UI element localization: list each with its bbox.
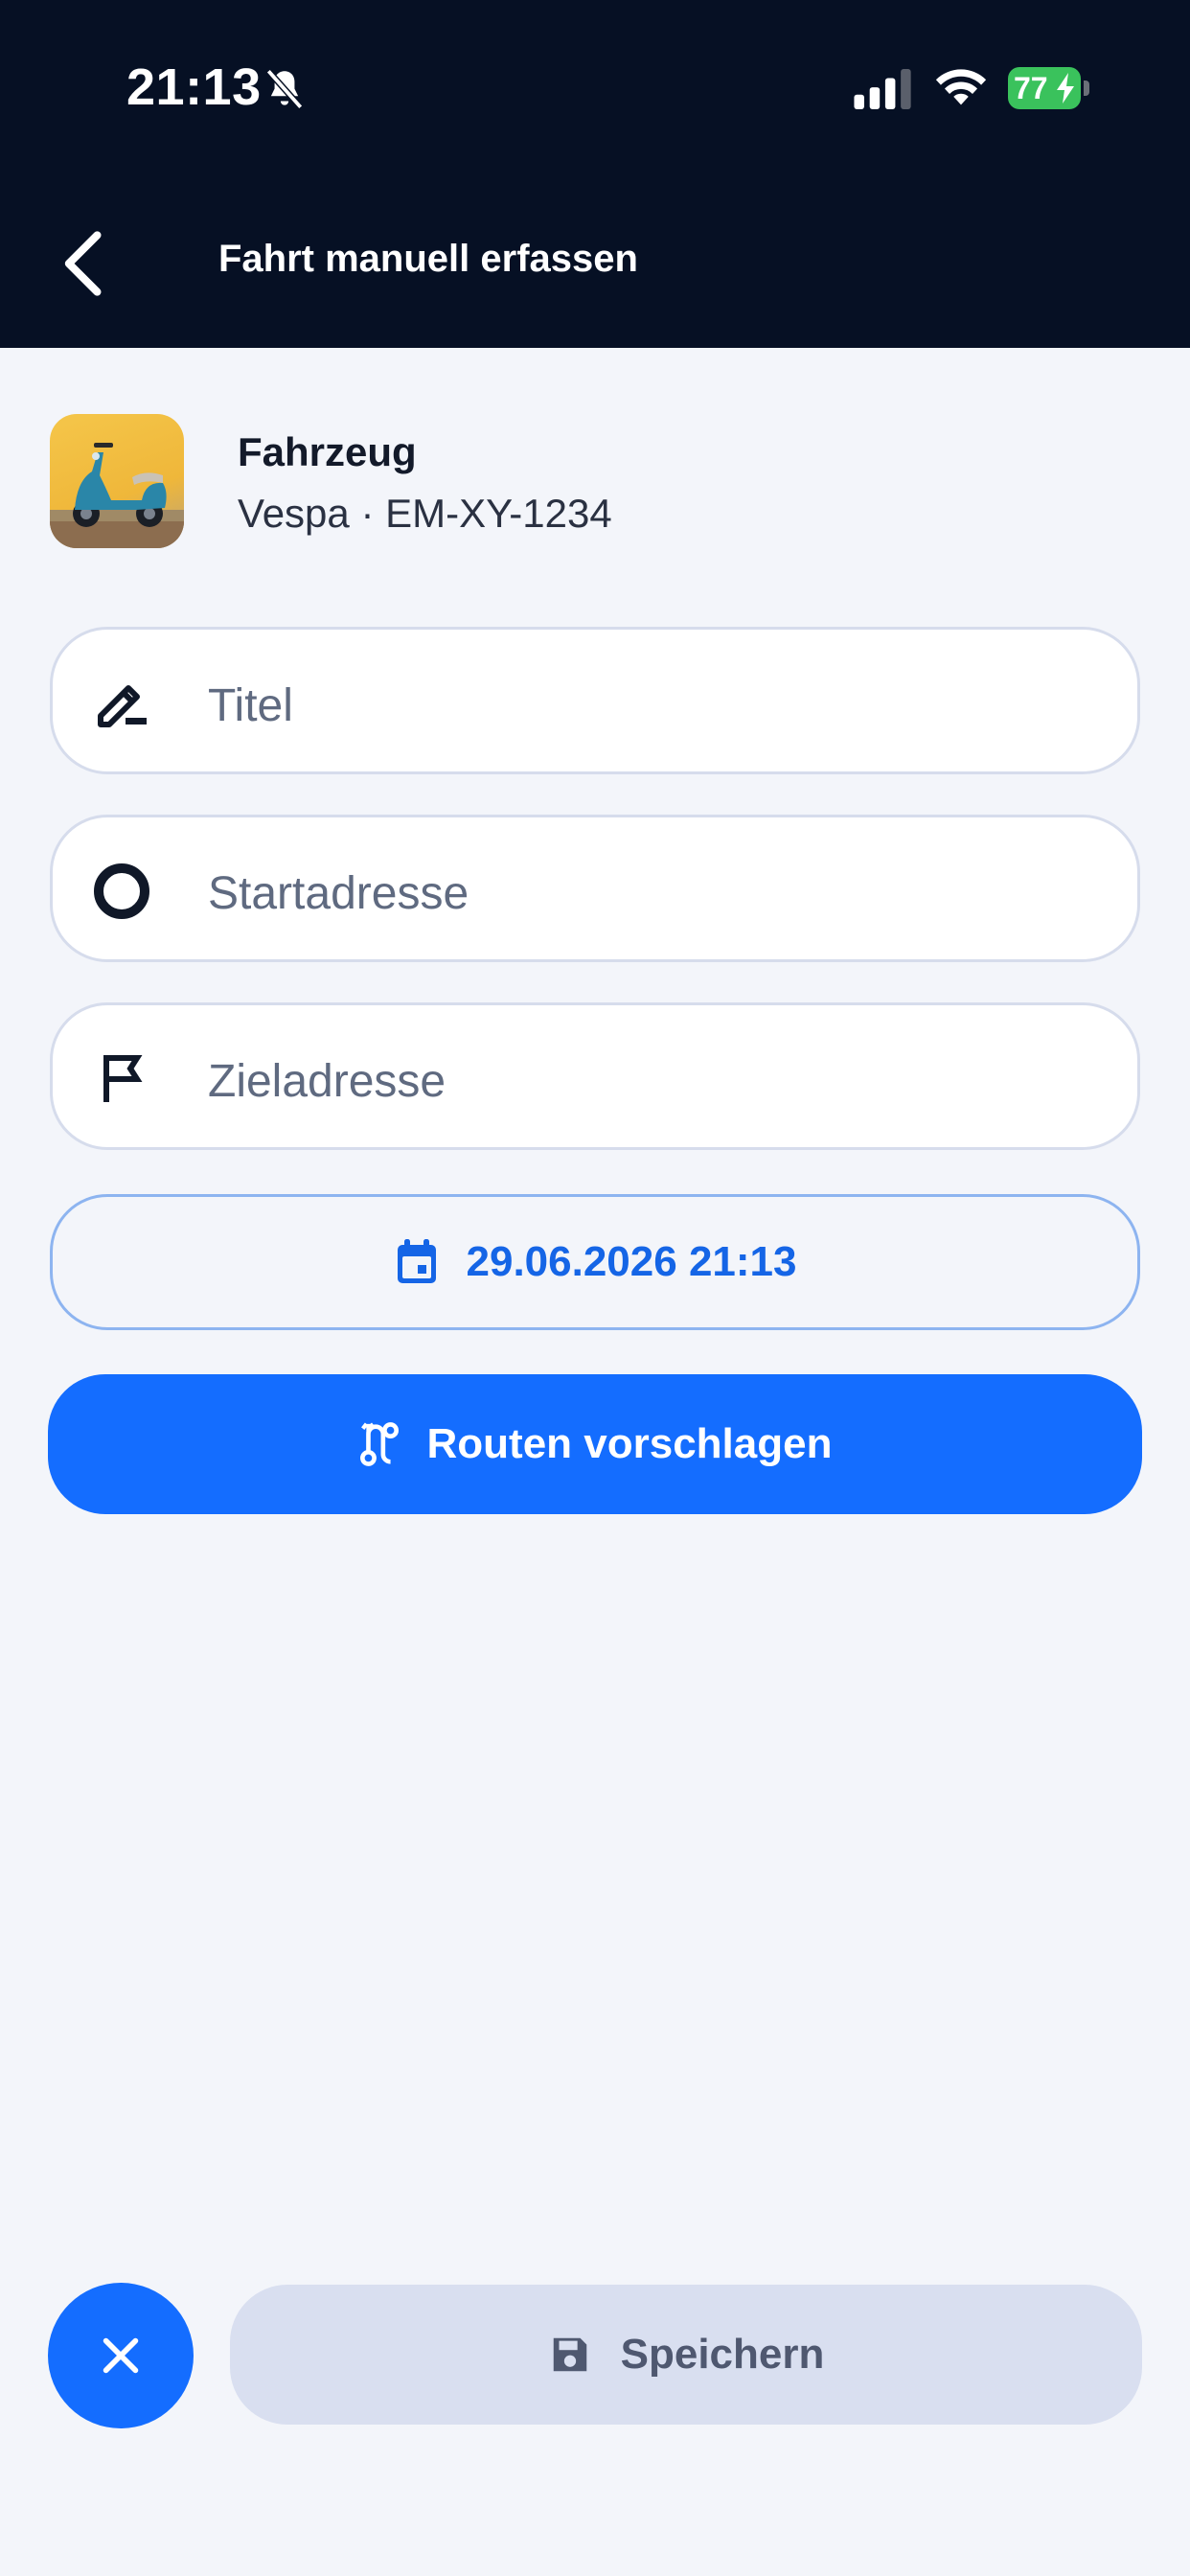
suggest-routes-label: Routen vorschlagen [426, 1420, 833, 1467]
circle-outline-icon [94, 863, 149, 919]
vehicle-image [50, 414, 184, 548]
chevron-left-icon [64, 231, 102, 296]
vehicle-label: Fahrzeug [238, 429, 417, 474]
title-input[interactable]: Titel [208, 679, 293, 732]
save-label: Speichern [620, 2331, 825, 2378]
flag-icon [103, 1055, 143, 1102]
cancel-button[interactable] [48, 2283, 194, 2428]
save-button[interactable]: Speichern [230, 2285, 1142, 2425]
battery-cap [1084, 80, 1089, 96]
route-icon [359, 1422, 399, 1466]
title-field[interactable]: Titel [50, 627, 1140, 774]
page-title: Fahrt manuell erfassen [218, 238, 638, 280]
battery-indicator: 77 [1008, 67, 1089, 109]
wifi-icon [935, 69, 987, 105]
battery-level: 77 [1014, 71, 1048, 105]
charging-bolt-icon [1057, 73, 1074, 104]
destination-address-field[interactable]: Zieladresse [50, 1002, 1140, 1150]
suggest-routes-button[interactable]: Routen vorschlagen [48, 1374, 1142, 1514]
scooter-icon [50, 443, 184, 548]
status-time: 21:13 [126, 58, 262, 116]
datetime-button[interactable]: 29.06.2026 21:13 [50, 1194, 1140, 1330]
pen-edit-icon [98, 685, 147, 727]
start-address-input[interactable]: Startadresse [208, 867, 469, 920]
calendar-icon [397, 1239, 436, 1283]
start-address-field[interactable]: Startadresse [50, 815, 1140, 962]
destination-address-input[interactable]: Zieladresse [208, 1055, 446, 1108]
vehicle-value: Vespa · EM-XY-1234 [238, 491, 612, 536]
floppy-disk-icon [553, 2337, 586, 2372]
close-icon [103, 2337, 139, 2374]
bell-slash-icon [265, 69, 304, 109]
app-header: 21:13 77 Fahrt manuell erfassen [0, 0, 1190, 348]
back-button[interactable] [57, 230, 111, 297]
cellular-signal-icon [854, 69, 911, 109]
datetime-value: 29.06.2026 21:13 [466, 1238, 797, 1285]
